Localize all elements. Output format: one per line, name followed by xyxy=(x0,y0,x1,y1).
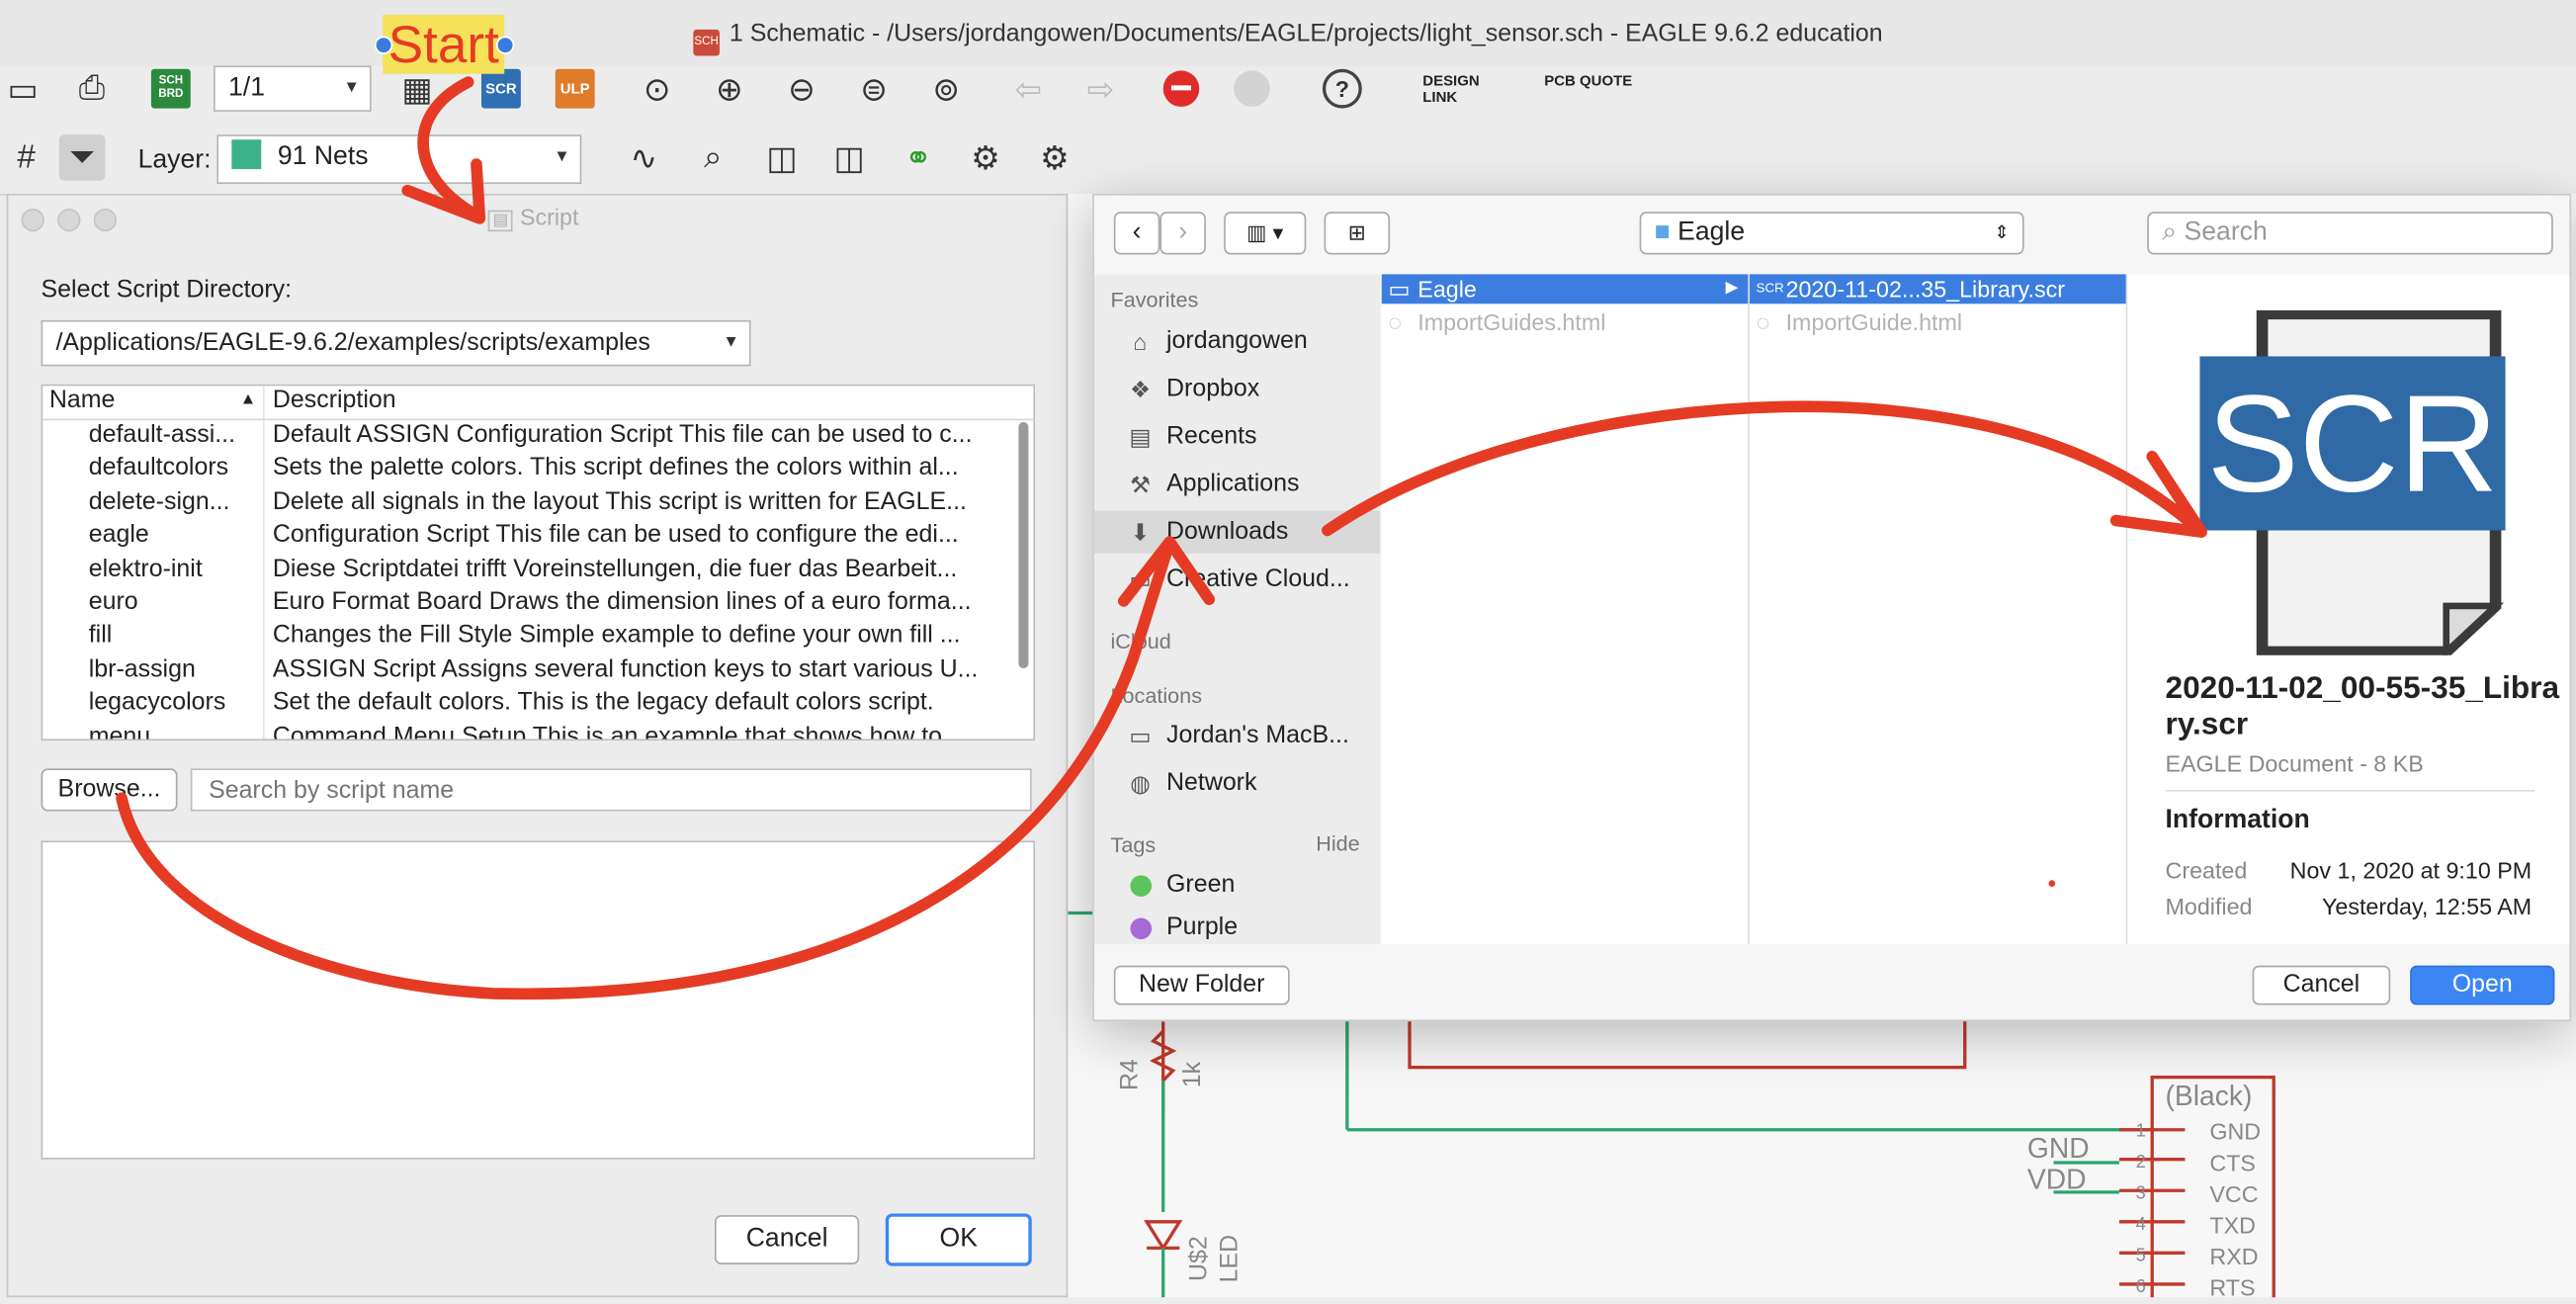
annotation-dot xyxy=(2048,880,2056,887)
annotation-handle-left[interactable] xyxy=(374,36,393,54)
start-annotation: Start xyxy=(383,14,505,74)
arrow-browse-to-downloads xyxy=(116,536,1176,1000)
annotation-arrows xyxy=(116,76,2207,1000)
app-window: SCH 1 Schematic - /Users/jordangowen/Docu… xyxy=(0,0,2576,1301)
annotation-handle-right[interactable] xyxy=(495,36,515,54)
arrow-downloads-to-file xyxy=(1322,400,2204,537)
